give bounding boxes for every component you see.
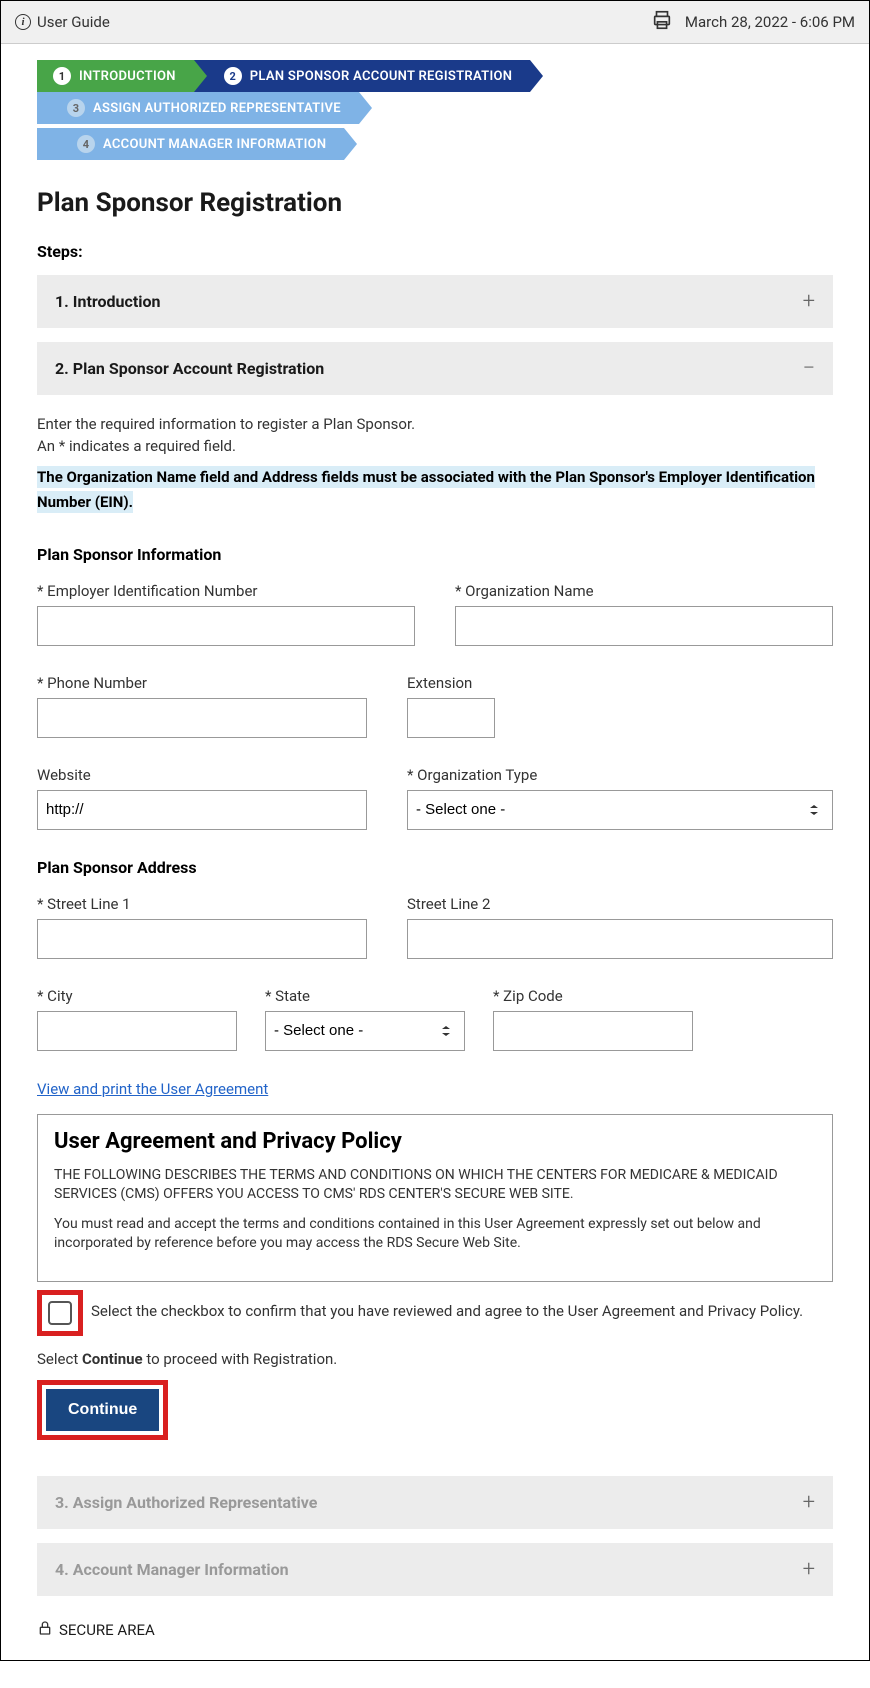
- label-org-type: * Organization Type: [407, 766, 833, 784]
- top-header: i User Guide March 28, 2022 - 6:06 PM: [1, 1, 869, 44]
- agreement-box[interactable]: User Agreement and Privacy Policy THE FO…: [37, 1114, 833, 1282]
- extension-field[interactable]: [407, 698, 495, 738]
- website-field[interactable]: [37, 790, 367, 830]
- label-street2: Street Line 2: [407, 895, 833, 913]
- checkbox-highlight: [37, 1290, 83, 1336]
- state-select[interactable]: - Select one -: [265, 1011, 465, 1051]
- label-phone: * Phone Number: [37, 674, 367, 692]
- street1-field[interactable]: [37, 919, 367, 959]
- continue-highlight: Continue: [37, 1380, 168, 1440]
- continue-instruction: Select Continue to proceed with Registra…: [37, 1350, 833, 1368]
- accordion-plan-sponsor[interactable]: 2. Plan Sponsor Account Registration −: [37, 342, 833, 395]
- label-state: * State: [265, 987, 465, 1005]
- section-plan-sponsor-address: Plan Sponsor Address: [37, 858, 833, 877]
- page-title: Plan Sponsor Registration: [37, 188, 833, 218]
- intro-line-1: Enter the required information to regist…: [37, 415, 833, 433]
- plus-icon: +: [803, 1490, 815, 1515]
- city-field[interactable]: [37, 1011, 237, 1051]
- minus-icon: −: [802, 356, 815, 381]
- progress-stepper: 1INTRODUCTION 2PLAN SPONSOR ACCOUNT REGI…: [37, 60, 833, 160]
- datetime-text: March 28, 2022 - 6:06 PM: [685, 13, 855, 31]
- step-assign-rep[interactable]: 3ASSIGN AUTHORIZED REPRESENTATIVE: [37, 92, 359, 124]
- agreement-title: User Agreement and Privacy Policy: [54, 1129, 816, 1154]
- accordion-assign-rep[interactable]: 3. Assign Authorized Representative +: [37, 1476, 833, 1529]
- org-name-field[interactable]: [455, 606, 833, 646]
- checkbox-label: Select the checkbox to confirm that you …: [91, 1290, 803, 1320]
- secure-area: SECURE AREA: [37, 1610, 833, 1640]
- accordion-account-manager[interactable]: 4. Account Manager Information +: [37, 1543, 833, 1596]
- step-introduction[interactable]: 1INTRODUCTION: [37, 60, 194, 92]
- phone-field[interactable]: [37, 698, 367, 738]
- accordion-introduction[interactable]: 1. Introduction +: [37, 275, 833, 328]
- plus-icon: +: [803, 289, 815, 314]
- agreement-p2: You must read and accept the terms and c…: [54, 1215, 816, 1254]
- org-type-select[interactable]: - Select one -: [407, 790, 833, 830]
- steps-label: Steps:: [37, 242, 833, 261]
- continue-button[interactable]: Continue: [46, 1389, 159, 1431]
- user-agreement-link[interactable]: View and print the User Agreement: [37, 1080, 268, 1098]
- lock-icon: [37, 1620, 53, 1640]
- ein-notice: The Organization Name field and Address …: [37, 466, 815, 513]
- plus-icon: +: [803, 1557, 815, 1582]
- step-plan-sponsor[interactable]: 2PLAN SPONSOR ACCOUNT REGISTRATION: [194, 60, 530, 92]
- section-plan-sponsor-info: Plan Sponsor Information: [37, 545, 833, 564]
- intro-line-2: An * indicates a required field.: [37, 437, 833, 455]
- label-city: * City: [37, 987, 237, 1005]
- label-zip: * Zip Code: [493, 987, 693, 1005]
- user-guide-link[interactable]: User Guide: [37, 13, 110, 31]
- label-extension: Extension: [407, 674, 527, 692]
- print-icon[interactable]: [651, 9, 673, 35]
- street2-field[interactable]: [407, 919, 833, 959]
- agree-checkbox[interactable]: [48, 1301, 72, 1325]
- label-street1: * Street Line 1: [37, 895, 367, 913]
- label-org-name: * Organization Name: [455, 582, 833, 600]
- label-ein: * Employer Identification Number: [37, 582, 415, 600]
- label-website: Website: [37, 766, 367, 784]
- step-account-manager[interactable]: 4ACCOUNT MANAGER INFORMATION: [37, 128, 344, 160]
- zip-field[interactable]: [493, 1011, 693, 1051]
- ein-field[interactable]: [37, 606, 415, 646]
- agreement-p1: THE FOLLOWING DESCRIBES THE TERMS AND CO…: [54, 1166, 816, 1205]
- info-icon: i: [15, 14, 31, 30]
